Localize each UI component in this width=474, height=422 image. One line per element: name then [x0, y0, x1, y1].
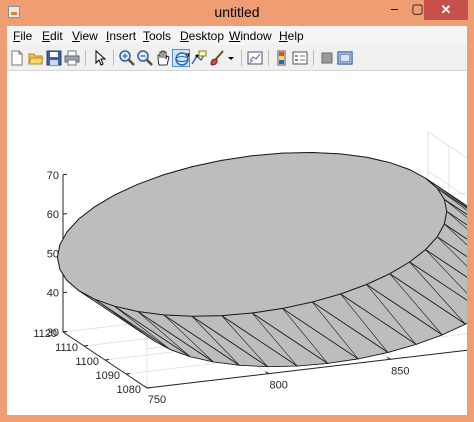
- toolbar-separator: [268, 50, 269, 66]
- toolbar-separator: [85, 50, 86, 66]
- close-button[interactable]: ✕: [424, 0, 468, 20]
- y-tick-label: 1120: [33, 328, 57, 340]
- menu-desktop[interactable]: Desktop: [180, 29, 224, 43]
- menu-insert[interactable]: Insert: [106, 29, 136, 43]
- rotate-3d-icon[interactable]: [172, 49, 190, 67]
- y-tick: [62, 331, 68, 333]
- menu-view[interactable]: View: [72, 29, 98, 43]
- x-tick-label: 850: [391, 365, 409, 377]
- z-tick-label: 60: [47, 209, 59, 221]
- show-plot-tools-icon[interactable]: [336, 49, 354, 67]
- y-tick: [104, 359, 110, 361]
- y-tick-label: 1090: [96, 370, 120, 382]
- pan-icon[interactable]: [154, 49, 172, 67]
- brush-dropdown-icon[interactable]: [226, 49, 236, 67]
- menu-edit[interactable]: Edit: [42, 29, 63, 43]
- link-plot-icon[interactable]: [246, 49, 264, 67]
- z-tick-label: 40: [47, 288, 59, 300]
- figure-client-area: File Edit View Insert Tools Desktop Wind…: [7, 26, 467, 415]
- figure-window: untitled – ▢ ✕ File Edit View Insert Too…: [0, 0, 474, 422]
- x-tick-label: 800: [269, 380, 287, 392]
- x-tick-label: 750: [148, 394, 166, 406]
- menu-help[interactable]: Help: [279, 29, 304, 43]
- z-tick: [62, 291, 68, 294]
- data-cursor-icon[interactable]: [190, 49, 208, 67]
- y-tick-label: 1080: [117, 384, 141, 396]
- z-tick-label: 50: [47, 248, 59, 260]
- legend-icon[interactable]: [291, 49, 309, 67]
- brush-icon[interactable]: [208, 49, 226, 67]
- hide-plot-tools-icon[interactable]: [318, 49, 336, 67]
- menu-file[interactable]: File: [13, 29, 32, 43]
- colorbar-icon[interactable]: [273, 49, 291, 67]
- menu-tools[interactable]: Tools: [143, 29, 171, 43]
- figure-canvas[interactable]: 3040506070108010901100111011207508008509…: [7, 71, 467, 415]
- y-tick: [83, 345, 89, 347]
- toolbar-separator: [241, 50, 242, 66]
- open-file-icon[interactable]: [27, 49, 45, 67]
- axes-3d[interactable]: 3040506070108010901100111011207508008509…: [7, 71, 467, 415]
- y-tick-label: 1110: [55, 342, 78, 354]
- toolbar-separator: [313, 50, 314, 66]
- figure-toolbar: [7, 46, 467, 71]
- menu-bar: File Edit View Insert Tools Desktop Wind…: [7, 26, 467, 45]
- z-tick: [62, 213, 68, 215]
- z-tick: [62, 173, 68, 176]
- y-tick-label: 1100: [75, 356, 99, 368]
- title-bar[interactable]: untitled – ▢ ✕: [0, 0, 474, 26]
- grid-line: [427, 131, 467, 159]
- y-tick: [146, 387, 152, 389]
- edit-plot-icon[interactable]: [91, 49, 109, 67]
- save-icon[interactable]: [45, 49, 63, 67]
- toolbar-separator: [113, 50, 114, 66]
- zoom-in-icon[interactable]: [118, 49, 136, 67]
- menu-window[interactable]: Window: [229, 29, 272, 43]
- new-figure-icon[interactable]: [9, 49, 27, 67]
- zoom-out-icon[interactable]: [136, 49, 154, 67]
- print-icon[interactable]: [63, 49, 81, 67]
- z-tick-label: 70: [47, 170, 59, 182]
- y-tick: [125, 373, 131, 375]
